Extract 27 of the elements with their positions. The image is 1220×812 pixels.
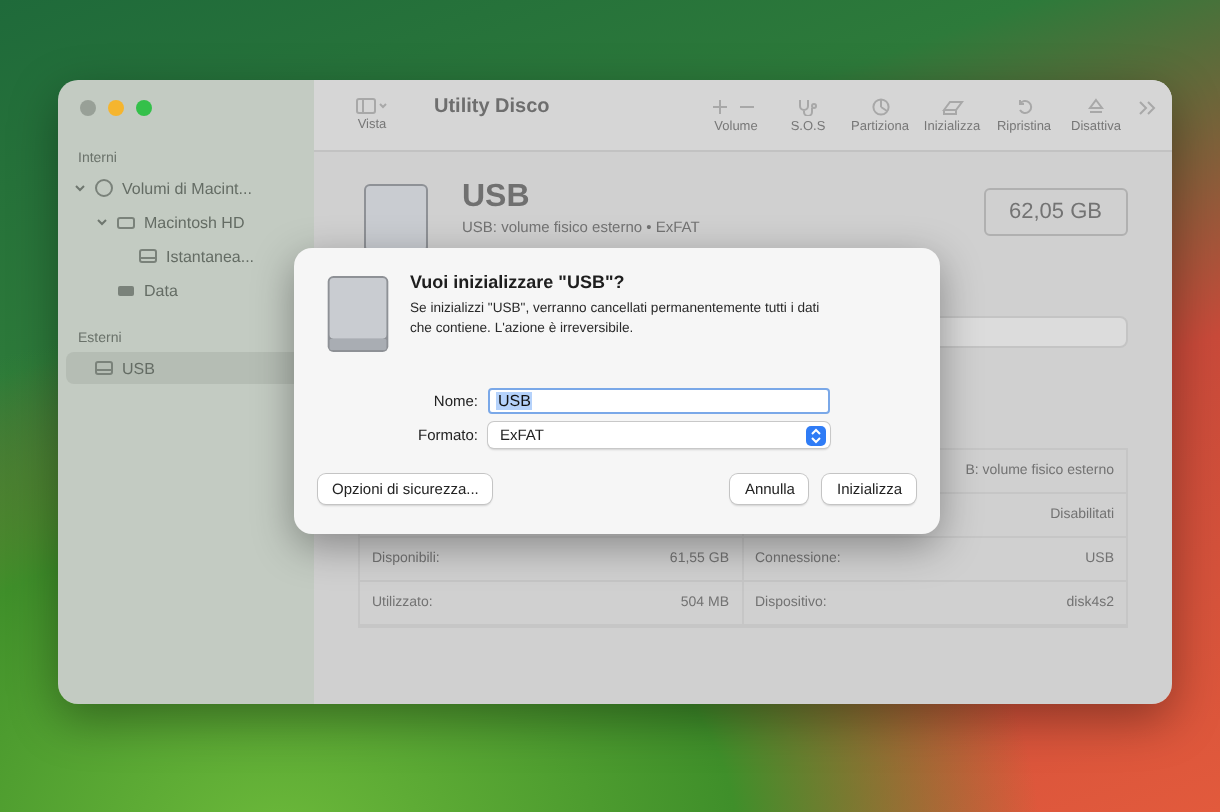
zoom-button[interactable]	[136, 100, 152, 116]
sidebar-item[interactable]: Macintosh HD	[66, 206, 306, 238]
disk-stack-icon	[94, 178, 114, 198]
volume-icon	[116, 212, 136, 232]
stepper-icon	[806, 425, 826, 445]
chevron-icon[interactable]	[74, 182, 86, 194]
sidebar-item[interactable]: Istantanea...	[66, 240, 306, 272]
sidebar-icon	[356, 98, 388, 114]
pie-chart-icon	[871, 97, 889, 115]
dialog-title: Vuoi inizializzare "USB"?	[410, 272, 627, 292]
more-icon[interactable]	[1138, 99, 1156, 115]
eject-icon	[1088, 97, 1104, 115]
eraser-icon	[941, 97, 963, 115]
disk-name: USB	[462, 180, 532, 216]
sidebar-item[interactable]: Volumi di Macint...	[66, 172, 306, 204]
close-button[interactable]	[80, 100, 96, 116]
plus-minus-icon	[712, 97, 760, 115]
window-title: Utility Disco	[434, 96, 550, 118]
disk-size: 62,05 GB	[983, 188, 1128, 236]
minimize-button[interactable]	[108, 100, 124, 116]
restore-icon	[1015, 97, 1033, 115]
drive-icon	[116, 280, 136, 300]
stethoscope-icon	[798, 97, 818, 115]
sidebar-item[interactable]: Data	[66, 274, 306, 306]
chevron-icon[interactable]	[96, 216, 108, 228]
name-field[interactable]: USB	[488, 388, 830, 414]
drive-icon	[322, 272, 394, 356]
